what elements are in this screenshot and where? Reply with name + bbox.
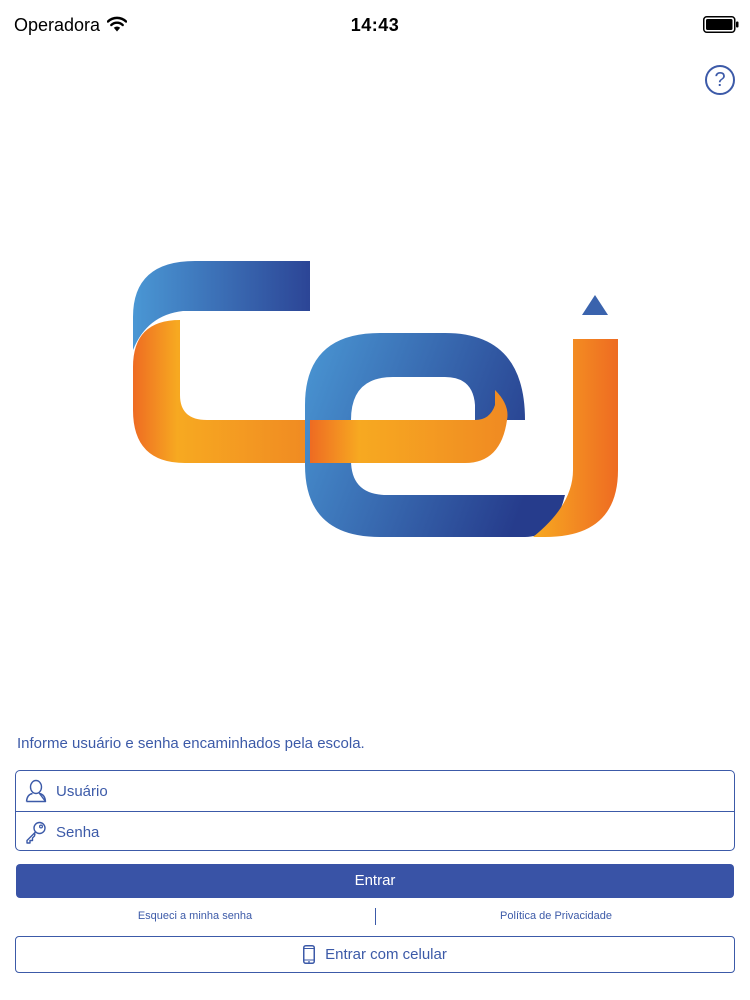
status-time: 14:43: [350, 15, 400, 35]
app-logo: [133, 261, 618, 537]
battery-icon: [703, 16, 739, 33]
password-input[interactable]: [56, 823, 696, 841]
user-icon: [25, 779, 47, 803]
login-instructions: Informe usuário e senha encaminhados pel…: [17, 735, 365, 752]
key-icon: [26, 821, 46, 844]
links-row: Esqueci a minha senha Política de Privac…: [15, 907, 735, 927]
username-input[interactable]: [56, 782, 696, 800]
privacy-policy-link[interactable]: Política de Privacidade: [376, 910, 736, 922]
status-bar: Operadora 14:43: [0, 0, 750, 50]
login-form: [15, 770, 735, 851]
login-button[interactable]: Entrar: [16, 864, 734, 898]
password-row: [16, 811, 734, 852]
phone-login-label: Entrar com celular: [325, 946, 447, 963]
username-row: [16, 771, 734, 811]
mobile-phone-icon: [303, 945, 316, 964]
forgot-password-link[interactable]: Esqueci a minha senha: [15, 910, 375, 922]
help-button[interactable]: ?: [705, 65, 735, 95]
question-circle-icon: ?: [714, 69, 726, 91]
phone-login-button[interactable]: Entrar com celular: [15, 936, 735, 973]
